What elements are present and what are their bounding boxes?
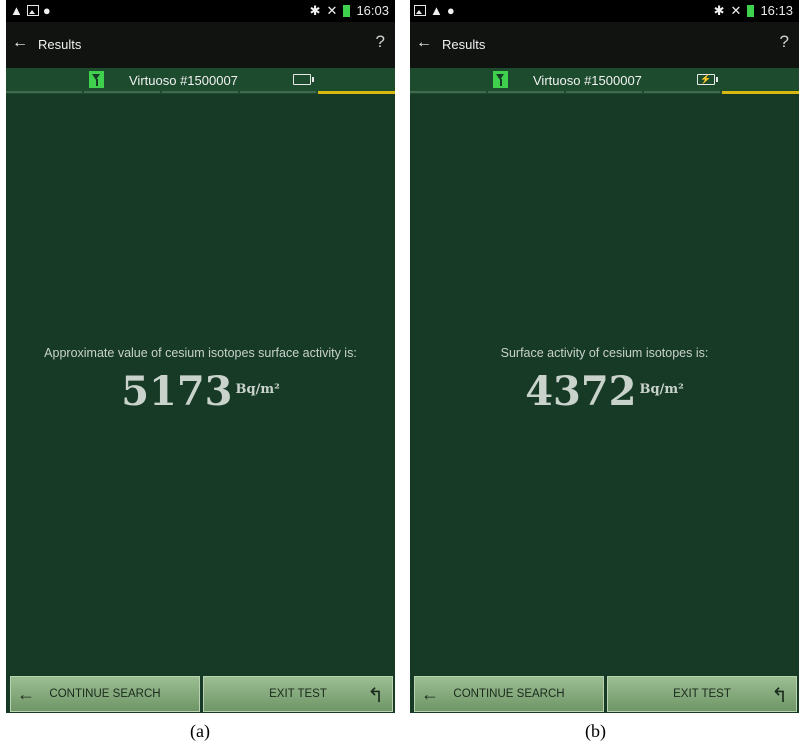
device-name: Virtuoso #1500007 [129,73,238,88]
mute-icon: ✕ [730,3,742,18]
caption-a: (a) [190,721,210,741]
return-icon: ↰ [367,685,384,707]
result-value-row: 4372 Bq/m² [410,368,799,415]
battery-icon [747,4,755,17]
image-icon [414,5,426,16]
back-arrow-icon[interactable]: ← [416,34,432,52]
status-time: 16:13 [760,3,793,18]
exit-test-button[interactable]: EXIT TEST ↰ [203,676,393,712]
continue-search-label: CONTINUE SEARCH [49,688,161,700]
bluetooth-icon: ✱ [309,3,321,18]
result-value-row: 5173 Bq/m² [6,368,395,415]
warning-icon: ▲ [10,3,23,18]
device-name: Virtuoso #1500007 [533,73,642,88]
result-message: Approximate value of cesium isotopes sur… [44,346,357,360]
continue-search-button[interactable]: ← CONTINUE SEARCH [10,676,200,712]
help-button[interactable]: ? [376,32,385,52]
help-button[interactable]: ? [780,32,789,52]
antenna-icon [89,71,104,88]
apple-icon: ● [446,3,455,18]
antenna-icon [493,71,508,88]
apple-icon: ● [42,3,51,18]
tab-indicator-4[interactable] [644,91,720,93]
tab-indicator-4[interactable] [240,91,316,93]
page-title: Results [442,37,486,52]
battery-icon [343,4,351,17]
tab-indicator-active[interactable] [722,91,799,94]
action-bar: ← Results ? [410,22,799,68]
result-unit: Bq/m² [235,381,280,397]
phone-screen-b: ▲ ● ✱ ✕ 16:13 ← Results ? Virtuoso #1500… [410,0,799,713]
image-icon [26,5,39,16]
tab-indicator-1[interactable] [6,91,82,93]
tab-indicator-1[interactable] [410,91,486,93]
page-title: Results [38,37,82,52]
exit-test-button[interactable]: EXIT TEST ↰ [607,676,797,712]
battery-charging-icon: ⚡ [697,74,718,85]
tab-indicator-2[interactable] [488,91,564,93]
result-unit: Bq/m² [639,381,684,397]
tab-indicator-2[interactable] [84,91,160,93]
battery-icon [293,74,314,85]
device-bar: Virtuoso #1500007 [6,68,395,94]
bluetooth-icon: ✱ [713,3,725,18]
return-icon: ↰ [771,685,788,707]
device-bar: Virtuoso #1500007 ⚡ [410,68,799,94]
tab-indicator-active[interactable] [318,91,395,94]
exit-test-label: EXIT TEST [673,688,731,700]
tab-indicator-3[interactable] [566,91,642,93]
tab-indicator-3[interactable] [162,91,238,93]
phone-screen-a: ▲ ● ✱ ✕ 16:03 ← Results ? Virtuoso #1500… [6,0,395,713]
mute-icon: ✕ [326,3,338,18]
continue-search-button[interactable]: ← CONTINUE SEARCH [414,676,604,712]
result-value: 5173 [121,368,233,415]
action-bar: ← Results ? [6,22,395,68]
exit-test-label: EXIT TEST [269,688,327,700]
result-message: Surface activity of cesium isotopes is: [500,346,709,360]
status-bar: ▲ ● ✱ ✕ 16:03 [6,0,395,22]
warning-icon: ▲ [430,3,443,18]
status-bar: ▲ ● ✱ ✕ 16:13 [410,0,799,22]
back-arrow-icon[interactable]: ← [12,34,28,52]
status-time: 16:03 [356,3,389,18]
continue-search-label: CONTINUE SEARCH [453,688,565,700]
result-value: 4372 [525,368,637,415]
caption-b: (b) [585,721,606,741]
